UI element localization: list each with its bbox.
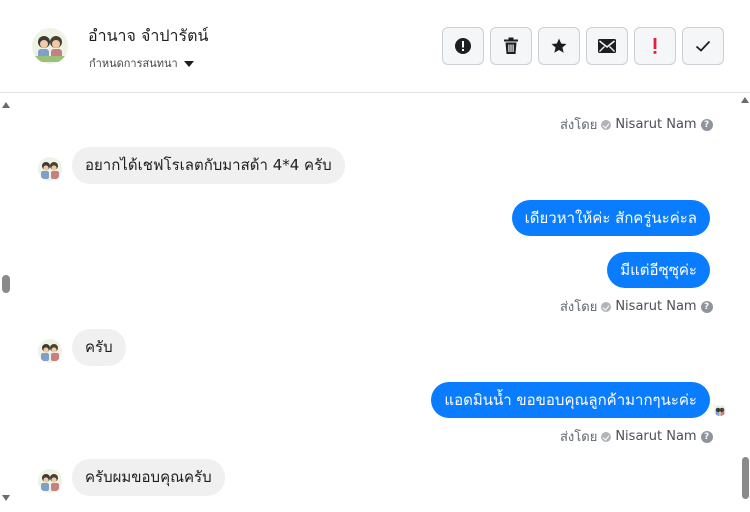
verified-icon [601, 119, 612, 130]
delete-button[interactable] [490, 27, 532, 65]
caret-down-icon [183, 60, 194, 67]
sent-by-label: ส่งโดย [560, 430, 598, 445]
sender-name[interactable]: Nisarut Nam [615, 429, 696, 444]
contact-name: อำนาจ จำปารัตน์ [88, 26, 209, 45]
conversation-label-text: กำหนดการสนทนา [89, 57, 178, 70]
verified-icon [601, 431, 612, 442]
help-icon[interactable]: ? [700, 430, 713, 443]
left-scrollbar[interactable] [0, 95, 12, 512]
mark-unread-button[interactable] [586, 27, 628, 65]
message-bubble-outgoing: เดียวหาให้ค่ะ สักครู่นะค่ะล [511, 200, 710, 236]
scroll-up-arrow-icon[interactable] [741, 97, 749, 103]
right-scrollbar[interactable] [740, 95, 750, 512]
envelope-icon [598, 39, 616, 53]
seen-avatar [714, 404, 726, 416]
trash-icon [504, 37, 518, 54]
conversation-header: อำนาจ จำปารัตน์ กำหนดการสนทนา [0, 0, 750, 93]
star-icon [551, 38, 567, 53]
contact-avatar[interactable] [32, 28, 68, 64]
conversation-label-dropdown[interactable]: กำหนดการสนทนา [89, 54, 194, 72]
message-bubble-outgoing: แอดมินน้ำ ขอขอบคุณลูกค้ามากๆนะค่ะ [431, 382, 710, 418]
contact-avatar-small [38, 157, 62, 181]
sent-by-label: ส่งโดย [560, 300, 598, 315]
star-button[interactable] [538, 27, 580, 65]
action-toolbar [442, 27, 724, 65]
contact-avatar-small [38, 339, 62, 363]
message-bubble-incoming: อยากได้เชฟโรเลตกับมาสด้า 4*4 ครับ [72, 147, 345, 184]
sender-name[interactable]: Nisarut Nam [615, 299, 696, 314]
verified-icon [601, 301, 612, 312]
exclamation-icon [653, 38, 657, 54]
contact-avatar-small [38, 469, 62, 493]
mark-done-button[interactable] [682, 27, 724, 65]
sent-by-label: ส่งโดย [560, 118, 598, 133]
scroll-up-arrow-icon[interactable] [2, 102, 10, 108]
message-bubble-incoming: ครับ [72, 329, 126, 366]
scrollbar-thumb[interactable] [742, 457, 749, 499]
sent-by-line: ส่งโดย Nisarut Nam ? [560, 296, 713, 317]
mark-spam-button[interactable] [442, 27, 484, 65]
scroll-down-arrow-icon[interactable] [2, 495, 10, 501]
message-bubble-incoming: ครับผมขอบคุณครับ [72, 459, 225, 496]
sender-name[interactable]: Nisarut Nam [615, 117, 696, 132]
help-icon[interactable]: ? [700, 118, 713, 131]
help-icon[interactable]: ? [700, 300, 713, 313]
check-icon [695, 40, 711, 52]
sent-by-line: ส่งโดย Nisarut Nam ? [560, 426, 713, 447]
scrollbar-thumb[interactable] [2, 275, 10, 293]
mark-important-button[interactable] [634, 27, 676, 65]
message-bubble-outgoing: มีแต่อีซุซุค่ะ [607, 252, 710, 288]
alert-icon [455, 38, 471, 54]
sent-by-line: ส่งโดย Nisarut Nam ? [560, 114, 713, 135]
